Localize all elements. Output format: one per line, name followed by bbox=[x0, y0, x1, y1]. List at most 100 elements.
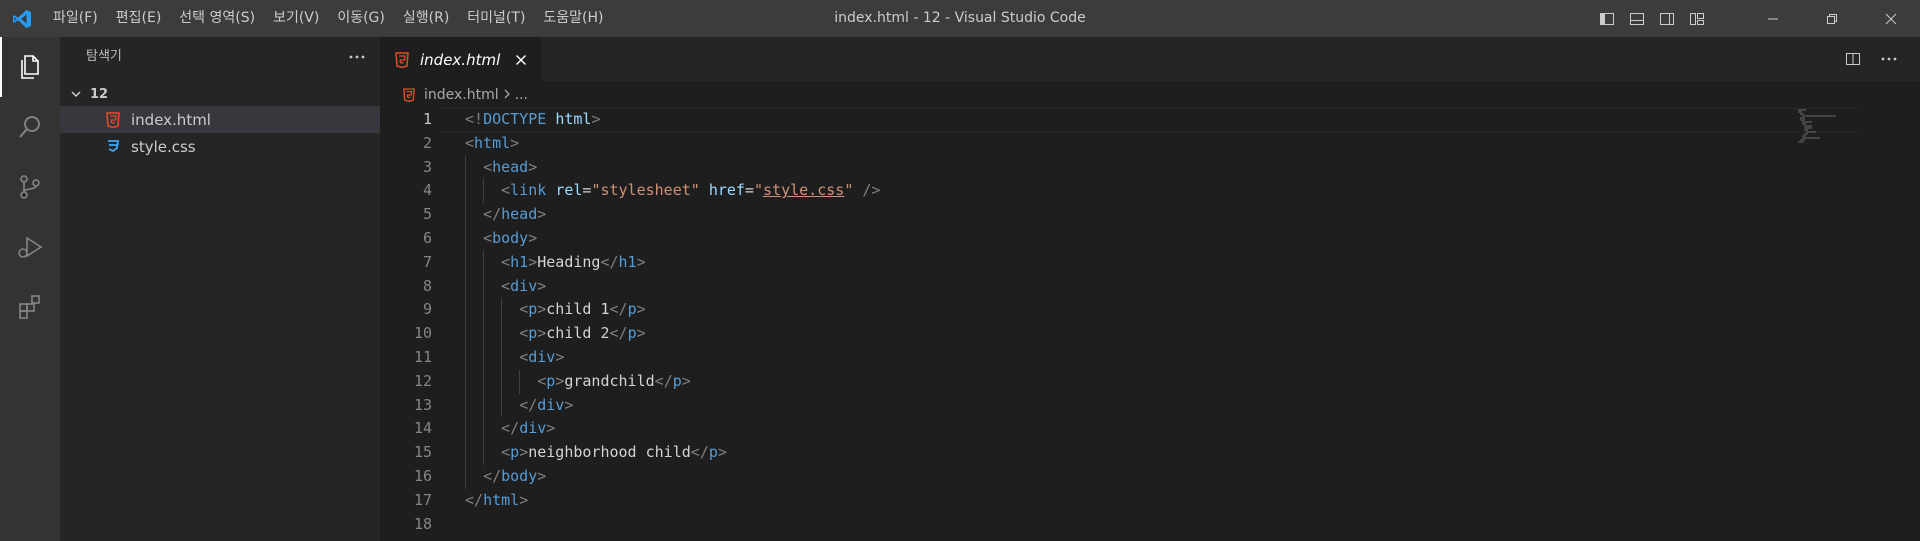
folder-name: 12 bbox=[90, 86, 109, 102]
menu-file[interactable]: 파일(F) bbox=[44, 0, 107, 37]
menu-view[interactable]: 보기(V) bbox=[264, 0, 328, 37]
file-name: style.css bbox=[131, 137, 196, 156]
html5-icon bbox=[394, 51, 410, 68]
code-line[interactable]: 15 <p>neighborhood child</p> bbox=[380, 441, 1920, 465]
code-line[interactable]: 1 <!DOCTYPE html> bbox=[380, 108, 1920, 132]
vscode-logo-icon bbox=[0, 0, 44, 37]
customize-layout-icon[interactable] bbox=[1684, 6, 1710, 32]
line-number: 2 bbox=[422, 133, 432, 152]
line-number: 4 bbox=[422, 181, 432, 200]
code-text: <div> bbox=[519, 347, 565, 366]
menu-edit[interactable]: 편집(E) bbox=[107, 0, 171, 37]
title-bar: 파일(F) 편집(E) 선택 영역(S) 보기(V) 이동(G) 실행(R) 터… bbox=[0, 0, 1920, 37]
file-item-index-html[interactable]: index.html bbox=[60, 106, 380, 133]
chevron-down-icon bbox=[68, 86, 84, 102]
source-control-icon[interactable] bbox=[0, 157, 60, 217]
code-text: </html> bbox=[465, 490, 529, 509]
tab-bar: index.html bbox=[380, 37, 1920, 81]
code-line[interactable]: 12 <p>grandchild</p> bbox=[380, 369, 1920, 394]
code-text: <head> bbox=[483, 157, 538, 176]
minimize-icon[interactable] bbox=[1743, 0, 1802, 37]
code-text: <link rel="stylesheet" href="style.css" … bbox=[501, 181, 881, 200]
line-number: 6 bbox=[422, 228, 432, 247]
sidebar-header: 탐색기 bbox=[60, 37, 380, 72]
html5-icon bbox=[105, 111, 121, 128]
code-line[interactable]: 8 <div> bbox=[380, 274, 1920, 299]
code-line[interactable]: 13 </div> bbox=[380, 393, 1920, 418]
line-number: 10 bbox=[413, 324, 432, 343]
code-text: <p>child 2</p> bbox=[519, 324, 646, 343]
minimap[interactable] bbox=[1796, 108, 1840, 148]
code-line[interactable]: 3 <head> bbox=[380, 155, 1920, 180]
line-number: 17 bbox=[413, 490, 432, 509]
more-actions-icon[interactable] bbox=[348, 45, 366, 64]
breadcrumb-symbol[interactable]: ... bbox=[515, 87, 528, 103]
code-editor[interactable]: 1 <!DOCTYPE html> 2 <html> 3 <head> 4 <link r… bbox=[380, 108, 1920, 541]
code-line[interactable]: 16 </body> bbox=[380, 464, 1920, 489]
menu-help[interactable]: 도움말(H) bbox=[534, 0, 612, 37]
file-name: index.html bbox=[131, 110, 211, 129]
line-number: 18 bbox=[413, 514, 432, 533]
current-line-highlight bbox=[440, 108, 1860, 132]
code-line[interactable]: 14 </div> bbox=[380, 417, 1920, 442]
editor-actions bbox=[1842, 37, 1920, 81]
code-text: <html> bbox=[465, 133, 520, 152]
code-text: </head> bbox=[483, 205, 547, 224]
line-number: 11 bbox=[413, 347, 432, 366]
sidebar-title: 탐색기 bbox=[86, 49, 122, 64]
restore-icon[interactable] bbox=[1802, 0, 1861, 37]
window-controls bbox=[1743, 0, 1920, 37]
code-text: <p>grandchild</p> bbox=[537, 371, 691, 390]
code-text: <h1>Heading</h1> bbox=[501, 252, 646, 271]
editor-area: index.html index.html ... 1 <!DOCTYPE htm… bbox=[380, 37, 1920, 541]
folder-item[interactable]: 12 bbox=[60, 82, 380, 106]
code-line[interactable]: 7 <h1>Heading</h1> bbox=[380, 250, 1920, 275]
split-editor-icon[interactable] bbox=[1842, 48, 1864, 70]
explorer-icon[interactable] bbox=[0, 37, 60, 97]
line-number: 5 bbox=[422, 205, 432, 224]
close-window-icon[interactable] bbox=[1861, 0, 1920, 37]
menu-bar: 파일(F) 편집(E) 선택 영역(S) 보기(V) 이동(G) 실행(R) 터… bbox=[44, 0, 613, 37]
code-text: <!DOCTYPE html> bbox=[465, 110, 601, 128]
tab-index-html[interactable]: index.html bbox=[380, 37, 543, 81]
close-tab-icon[interactable] bbox=[512, 51, 530, 69]
code-line[interactable]: 18 bbox=[380, 513, 1920, 537]
menu-go[interactable]: 이동(G) bbox=[328, 0, 394, 37]
code-line[interactable]: 11 <div> bbox=[380, 345, 1920, 370]
menu-run[interactable]: 실행(R) bbox=[394, 0, 458, 37]
more-actions-icon[interactable] bbox=[1878, 48, 1900, 70]
menu-selection[interactable]: 선택 영역(S) bbox=[170, 0, 264, 37]
css3-icon bbox=[105, 139, 121, 155]
code-line[interactable]: 5 </head> bbox=[380, 203, 1920, 227]
file-item-style-css[interactable]: style.css bbox=[60, 133, 380, 160]
toggle-panel-icon[interactable] bbox=[1624, 6, 1650, 32]
code-text: <div> bbox=[501, 276, 547, 295]
search-icon[interactable] bbox=[0, 97, 60, 157]
code-line[interactable]: 4 <link rel="stylesheet" href="style.css… bbox=[380, 179, 1920, 204]
breadcrumb-file[interactable]: index.html bbox=[424, 87, 499, 103]
toggle-secondary-sidebar-icon[interactable] bbox=[1654, 6, 1680, 32]
line-number: 9 bbox=[422, 300, 432, 319]
layout-controls bbox=[1594, 0, 1710, 37]
code-line[interactable]: 17 </html> bbox=[380, 489, 1920, 513]
line-number: 12 bbox=[413, 371, 432, 390]
line-number: 7 bbox=[422, 252, 432, 271]
activity-bar bbox=[0, 37, 60, 541]
code-text: </body> bbox=[483, 466, 547, 485]
code-line[interactable]: 9 <p>child 1</p> bbox=[380, 298, 1920, 323]
code-line[interactable]: 10 <p>child 2</p> bbox=[380, 322, 1920, 346]
menu-terminal[interactable]: 터미널(T) bbox=[458, 0, 534, 37]
breadcrumb: index.html ... bbox=[380, 81, 1920, 108]
line-number: 3 bbox=[422, 157, 432, 176]
line-number: 16 bbox=[413, 466, 432, 485]
code-line[interactable]: 6 <body> bbox=[380, 226, 1920, 251]
run-debug-icon[interactable] bbox=[0, 217, 60, 277]
code-text: <p>neighborhood child</p> bbox=[501, 443, 727, 462]
tab-label: index.html bbox=[420, 50, 501, 69]
code-line[interactable]: 2 <html> bbox=[380, 132, 1920, 156]
code-text: </div> bbox=[519, 395, 574, 414]
extensions-icon[interactable] bbox=[0, 277, 60, 337]
toggle-primary-sidebar-icon[interactable] bbox=[1594, 6, 1620, 32]
line-number: 13 bbox=[413, 395, 432, 414]
explorer-sidebar: 탐색기 12 index.html style.css bbox=[60, 37, 380, 541]
